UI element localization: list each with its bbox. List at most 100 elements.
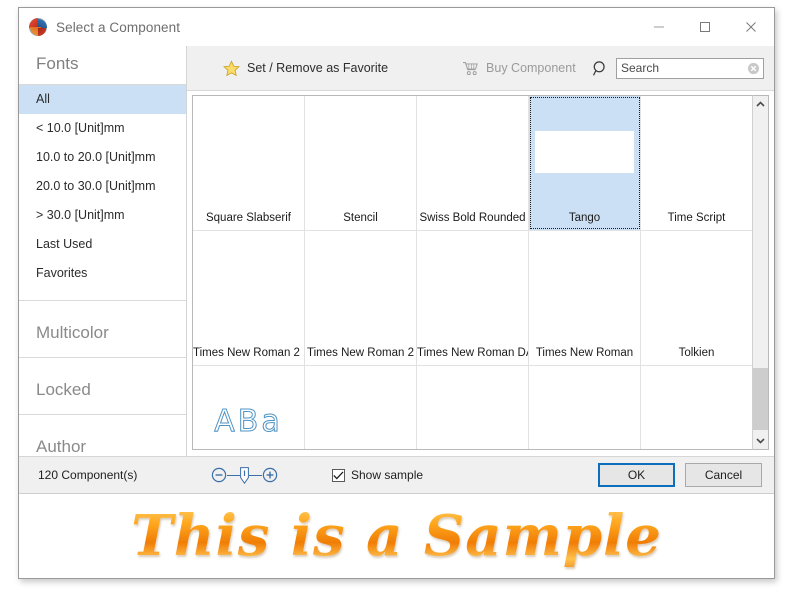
component-label: Square Slabserif — [205, 212, 292, 224]
component-cell-row3-2[interactable]: ABa — [305, 366, 417, 449]
clear-circle-icon[interactable] — [747, 62, 760, 75]
component-preview: ABa — [305, 231, 416, 343]
component-cell-times-new-roman-2[interactable]: ABa Times New Roman 2 — [305, 231, 417, 365]
minimize-button[interactable] — [636, 8, 682, 46]
component-cell-row3-5[interactable]: ABa — [641, 366, 752, 449]
component-sample-text: ABa — [214, 404, 283, 439]
sidebar-item-favorites[interactable]: Favorites — [19, 259, 186, 288]
component-preview: ABa — [417, 231, 528, 343]
chevron-down-icon — [756, 438, 765, 444]
cancel-button[interactable]: Cancel — [685, 463, 762, 487]
component-label: Tango — [568, 212, 601, 224]
content-toolbar: Set / Remove as Favorite Buy Component S… — [187, 46, 774, 91]
zoom-slider-control[interactable] — [211, 466, 278, 484]
component-label: Times New Roman — [535, 347, 634, 359]
show-sample-checkbox[interactable]: Show sample — [332, 468, 423, 482]
app-logo-icon — [29, 18, 47, 36]
sidebar-section-locked[interactable]: Locked — [19, 357, 186, 414]
component-preview: ABa — [529, 231, 640, 343]
sample-preview-strip: This is a Sample — [19, 493, 774, 578]
component-sample-text: ABC — [316, 129, 405, 174]
main-content: Set / Remove as Favorite Buy Component S… — [187, 46, 774, 456]
component-cell-swiss-bold-rounded[interactable]: ABa Swiss Bold Rounded — [417, 96, 529, 230]
sidebar-item-all[interactable]: All — [19, 85, 186, 114]
component-sample-text: ABa — [214, 267, 283, 307]
shopping-cart-icon — [463, 61, 478, 75]
chevron-up-icon — [756, 101, 765, 107]
component-cell-tolkien[interactable]: ABa Tolkien — [641, 231, 752, 365]
grid-vertical-scrollbar[interactable] — [752, 95, 769, 450]
component-preview: ABa — [417, 366, 528, 449]
select-component-dialog: Select a Component Fonts All < 10.0 [Uni… — [18, 7, 775, 579]
magnifier-icon[interactable] — [592, 60, 609, 77]
component-label: Swiss Bold Rounded — [419, 212, 526, 224]
sidebar-item-under-10[interactable]: < 10.0 [Unit]mm — [19, 114, 186, 143]
window-title: Select a Component — [56, 19, 181, 35]
search-area: Search — [592, 57, 764, 79]
set-remove-favorite-button[interactable]: Set / Remove as Favorite — [223, 59, 389, 77]
dialog-body: Fonts All < 10.0 [Unit]mm 10.0 to 20.0 [… — [19, 46, 774, 456]
component-sample-text: ABa — [535, 131, 634, 173]
sample-preview-text: This is a Sample — [131, 503, 662, 569]
zoom-out-icon[interactable] — [211, 467, 227, 483]
grid-row: ABa Times New Roman 2 ... ABa Times New … — [193, 231, 752, 366]
maximize-button[interactable] — [682, 8, 728, 46]
component-cell-row3-4[interactable]: ABC — [529, 366, 641, 449]
search-input[interactable]: Search — [616, 57, 764, 79]
scroll-down-button[interactable] — [753, 432, 768, 449]
component-count-label: 120 Component(s) — [38, 468, 138, 482]
component-label: Times New Roman DA — [417, 347, 528, 359]
buy-component-button[interactable]: Buy Component — [462, 61, 576, 76]
ok-button[interactable]: OK — [598, 463, 675, 487]
component-label: Times New Roman 2 ... — [193, 347, 304, 359]
component-cell-tango[interactable]: ABa Tango — [529, 96, 641, 230]
grid-row: ABa Square Slabserif ABC Stencil ABa Swi… — [193, 96, 752, 231]
component-cell-times-new-roman-da[interactable]: ABa Times New Roman DA — [417, 231, 529, 365]
component-cell-row3-3[interactable]: ABa — [417, 366, 529, 449]
slider-handle[interactable] — [240, 466, 249, 484]
scroll-up-button[interactable] — [753, 96, 768, 113]
component-sample-text: ABa — [198, 126, 299, 177]
component-sample-text: ABa — [655, 264, 738, 310]
component-cell-times-new-roman-2-alt[interactable]: ABa Times New Roman 2 ... — [193, 231, 305, 365]
component-sample-text: ABa — [429, 399, 516, 444]
component-cell-row3-1[interactable]: ABa — [193, 366, 305, 449]
sidebar-filter-list: All < 10.0 [Unit]mm 10.0 to 20.0 [Unit]m… — [19, 85, 186, 288]
zoom-in-icon[interactable] — [262, 467, 278, 483]
sidebar-section-multicolor[interactable]: Multicolor — [19, 300, 186, 357]
component-preview: ABC — [529, 366, 640, 449]
component-sample-text: ABa — [654, 127, 739, 176]
window-controls — [636, 8, 774, 46]
component-label: Time Script — [667, 212, 726, 224]
sidebar-item-10-to-20[interactable]: 10.0 to 20.0 [Unit]mm — [19, 143, 186, 172]
sidebar: Fonts All < 10.0 [Unit]mm 10.0 to 20.0 [… — [19, 46, 187, 456]
component-cell-stencil[interactable]: ABC Stencil — [305, 96, 417, 230]
component-preview: ABa — [305, 366, 416, 449]
component-sample-text: ABa — [647, 396, 746, 447]
scroll-track[interactable] — [753, 113, 768, 432]
component-grid: ABa Square Slabserif ABC Stencil ABa Swi… — [192, 95, 752, 450]
component-cell-square-slabserif[interactable]: ABa Square Slabserif — [193, 96, 305, 230]
desktop-background: Select a Component Fonts All < 10.0 [Uni… — [0, 0, 793, 600]
set-remove-favorite-label: Set / Remove as Favorite — [247, 61, 389, 75]
scroll-thumb[interactable] — [753, 368, 768, 430]
component-preview: ABa — [193, 366, 304, 449]
checkmark-icon — [333, 470, 344, 480]
component-sample-text: ABa — [424, 126, 521, 177]
sidebar-item-last-used[interactable]: Last Used — [19, 230, 186, 259]
component-label: Stencil — [343, 212, 378, 224]
component-cell-times-new-roman[interactable]: ABa Times New Roman — [529, 231, 641, 365]
star-icon — [223, 59, 240, 76]
component-cell-time-script[interactable]: ABa Time Script — [641, 96, 752, 230]
status-bar: 120 Component(s) Show sample OK Cancel — [19, 456, 774, 493]
sidebar-item-20-to-30[interactable]: 20.0 to 30.0 [Unit]mm — [19, 172, 186, 201]
checkbox-box[interactable] — [332, 468, 345, 482]
close-button[interactable] — [728, 8, 774, 46]
component-label: Times New Roman 2 — [307, 347, 414, 359]
show-sample-label: Show sample — [351, 468, 424, 482]
component-preview: ABa — [193, 96, 304, 208]
search-input-text: Search — [621, 61, 660, 75]
sidebar-item-over-30[interactable]: > 30.0 [Unit]mm — [19, 201, 186, 230]
component-preview: ABa — [417, 96, 528, 208]
component-label: Tolkien — [678, 347, 715, 359]
